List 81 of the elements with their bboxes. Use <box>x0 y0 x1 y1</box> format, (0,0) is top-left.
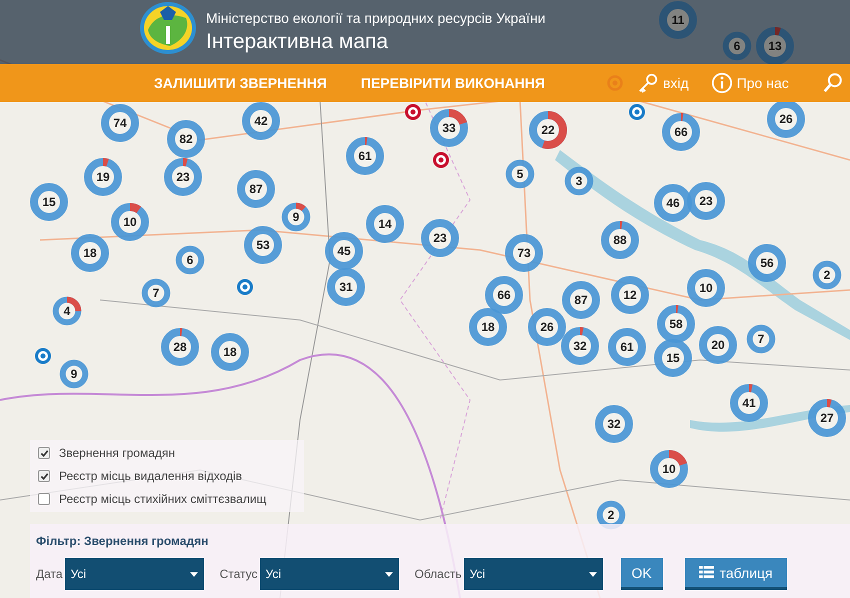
cluster-marker[interactable]: 12 <box>610 275 650 315</box>
cluster-marker[interactable]: 32 <box>560 326 600 366</box>
caret-icon <box>588 572 597 576</box>
cluster-marker[interactable]: 18 <box>70 233 110 273</box>
cluster-marker[interactable]: 73 <box>504 233 544 273</box>
field-label: Область <box>414 567 462 581</box>
cluster-marker[interactable]: 23 <box>163 157 203 197</box>
cluster-marker[interactable]: 28 <box>160 327 200 367</box>
cluster-marker[interactable]: 22 <box>528 110 568 150</box>
cluster-marker[interactable]: 41 <box>729 383 769 423</box>
cluster-marker[interactable]: 13 <box>755 26 795 66</box>
cluster-marker[interactable]: 45 <box>324 231 364 271</box>
cluster-marker[interactable]: 5 <box>505 159 535 189</box>
cluster-marker[interactable]: 26 <box>527 307 567 347</box>
dropdown[interactable]: Усі <box>64 558 204 590</box>
location-marker-icon[interactable] <box>35 348 51 364</box>
checkbox[interactable] <box>38 470 50 482</box>
cluster-marker[interactable]: 20 <box>698 325 738 365</box>
cluster-marker[interactable]: 10 <box>649 449 689 489</box>
cluster-marker[interactable]: 7 <box>141 278 171 308</box>
cluster-marker[interactable]: 6 <box>722 31 752 61</box>
cluster-marker[interactable]: 33 <box>429 108 469 148</box>
cluster-marker[interactable]: 56 <box>747 243 787 283</box>
cluster-marker[interactable]: 23 <box>686 181 726 221</box>
ministry-name: Міністерство екології та природних ресурсів України <box>206 10 546 26</box>
cluster-marker[interactable]: 7 <box>746 324 776 354</box>
cluster-marker[interactable]: 32 <box>594 404 634 444</box>
checkbox[interactable] <box>38 493 50 505</box>
cluster-marker[interactable]: 74 <box>100 103 140 143</box>
cluster-marker[interactable]: 3 <box>564 166 594 196</box>
cluster-marker[interactable]: 23 <box>420 218 460 258</box>
cluster-marker[interactable]: 66 <box>661 112 701 152</box>
cluster-marker[interactable]: 18 <box>468 307 508 347</box>
logo-icon <box>138 0 198 56</box>
cluster-marker[interactable]: 11 <box>658 0 698 40</box>
cluster-marker[interactable]: 9 <box>281 202 311 232</box>
cluster-marker[interactable]: 26 <box>766 99 806 139</box>
cluster-marker[interactable]: 19 <box>83 157 123 197</box>
cluster-marker[interactable]: 61 <box>607 327 647 367</box>
cluster-marker[interactable]: 87 <box>236 169 276 209</box>
field-label: Дата <box>36 567 63 581</box>
location-marker-icon[interactable] <box>237 279 253 295</box>
cluster-marker[interactable]: 15 <box>29 182 69 222</box>
cluster-marker[interactable]: 10 <box>686 268 726 308</box>
location-marker-icon[interactable] <box>433 152 449 168</box>
key-icon <box>636 72 659 94</box>
dropdown[interactable]: Усі <box>464 558 603 590</box>
cluster-marker[interactable]: 88 <box>600 220 640 260</box>
cluster-marker[interactable]: 2 <box>812 260 842 290</box>
layer-label: Реєстр місць стихійних сміттєзвалищ <box>59 492 266 506</box>
caret-icon <box>190 572 198 576</box>
checkbox[interactable] <box>38 447 50 459</box>
cluster-marker[interactable]: 42 <box>241 101 281 141</box>
cluster-marker[interactable]: 82 <box>166 119 206 159</box>
info-icon <box>710 72 733 94</box>
caret-icon <box>384 572 393 576</box>
cluster-marker[interactable]: 27 <box>807 398 847 438</box>
cluster-marker[interactable]: 46 <box>653 183 693 223</box>
cluster-marker[interactable]: 53 <box>243 225 283 265</box>
page-title: Інтерактивна мапа <box>206 30 390 54</box>
cluster-marker[interactable]: 4 <box>52 296 82 326</box>
location-marker-icon[interactable] <box>629 104 645 120</box>
layer-label: Звернення громадян <box>59 446 175 460</box>
ok-button[interactable]: OK <box>620 558 663 590</box>
cluster-marker[interactable]: 6 <box>175 245 205 275</box>
field-label: Статус <box>220 567 258 581</box>
cluster-marker[interactable]: 18 <box>210 332 250 372</box>
cluster-marker[interactable]: 10 <box>110 202 150 242</box>
layer-label: Реєстр місць видалення відходів <box>59 469 242 483</box>
filter-title: Фільтр: Звернення громадян <box>36 534 210 548</box>
cluster-marker[interactable]: 9 <box>59 359 89 389</box>
cluster-marker[interactable]: 31 <box>326 267 366 307</box>
cluster-marker[interactable]: 87 <box>561 280 601 320</box>
cluster-marker[interactable]: 66 <box>484 275 524 315</box>
table-icon <box>698 566 714 579</box>
location-marker-icon[interactable] <box>405 104 421 120</box>
cluster-marker[interactable]: 15 <box>653 338 693 378</box>
dropdown[interactable]: Усі <box>260 558 399 590</box>
cluster-marker[interactable]: 14 <box>365 204 405 244</box>
cluster-marker[interactable]: 61 <box>345 136 385 176</box>
table-button[interactable]: таблиця <box>684 558 787 590</box>
